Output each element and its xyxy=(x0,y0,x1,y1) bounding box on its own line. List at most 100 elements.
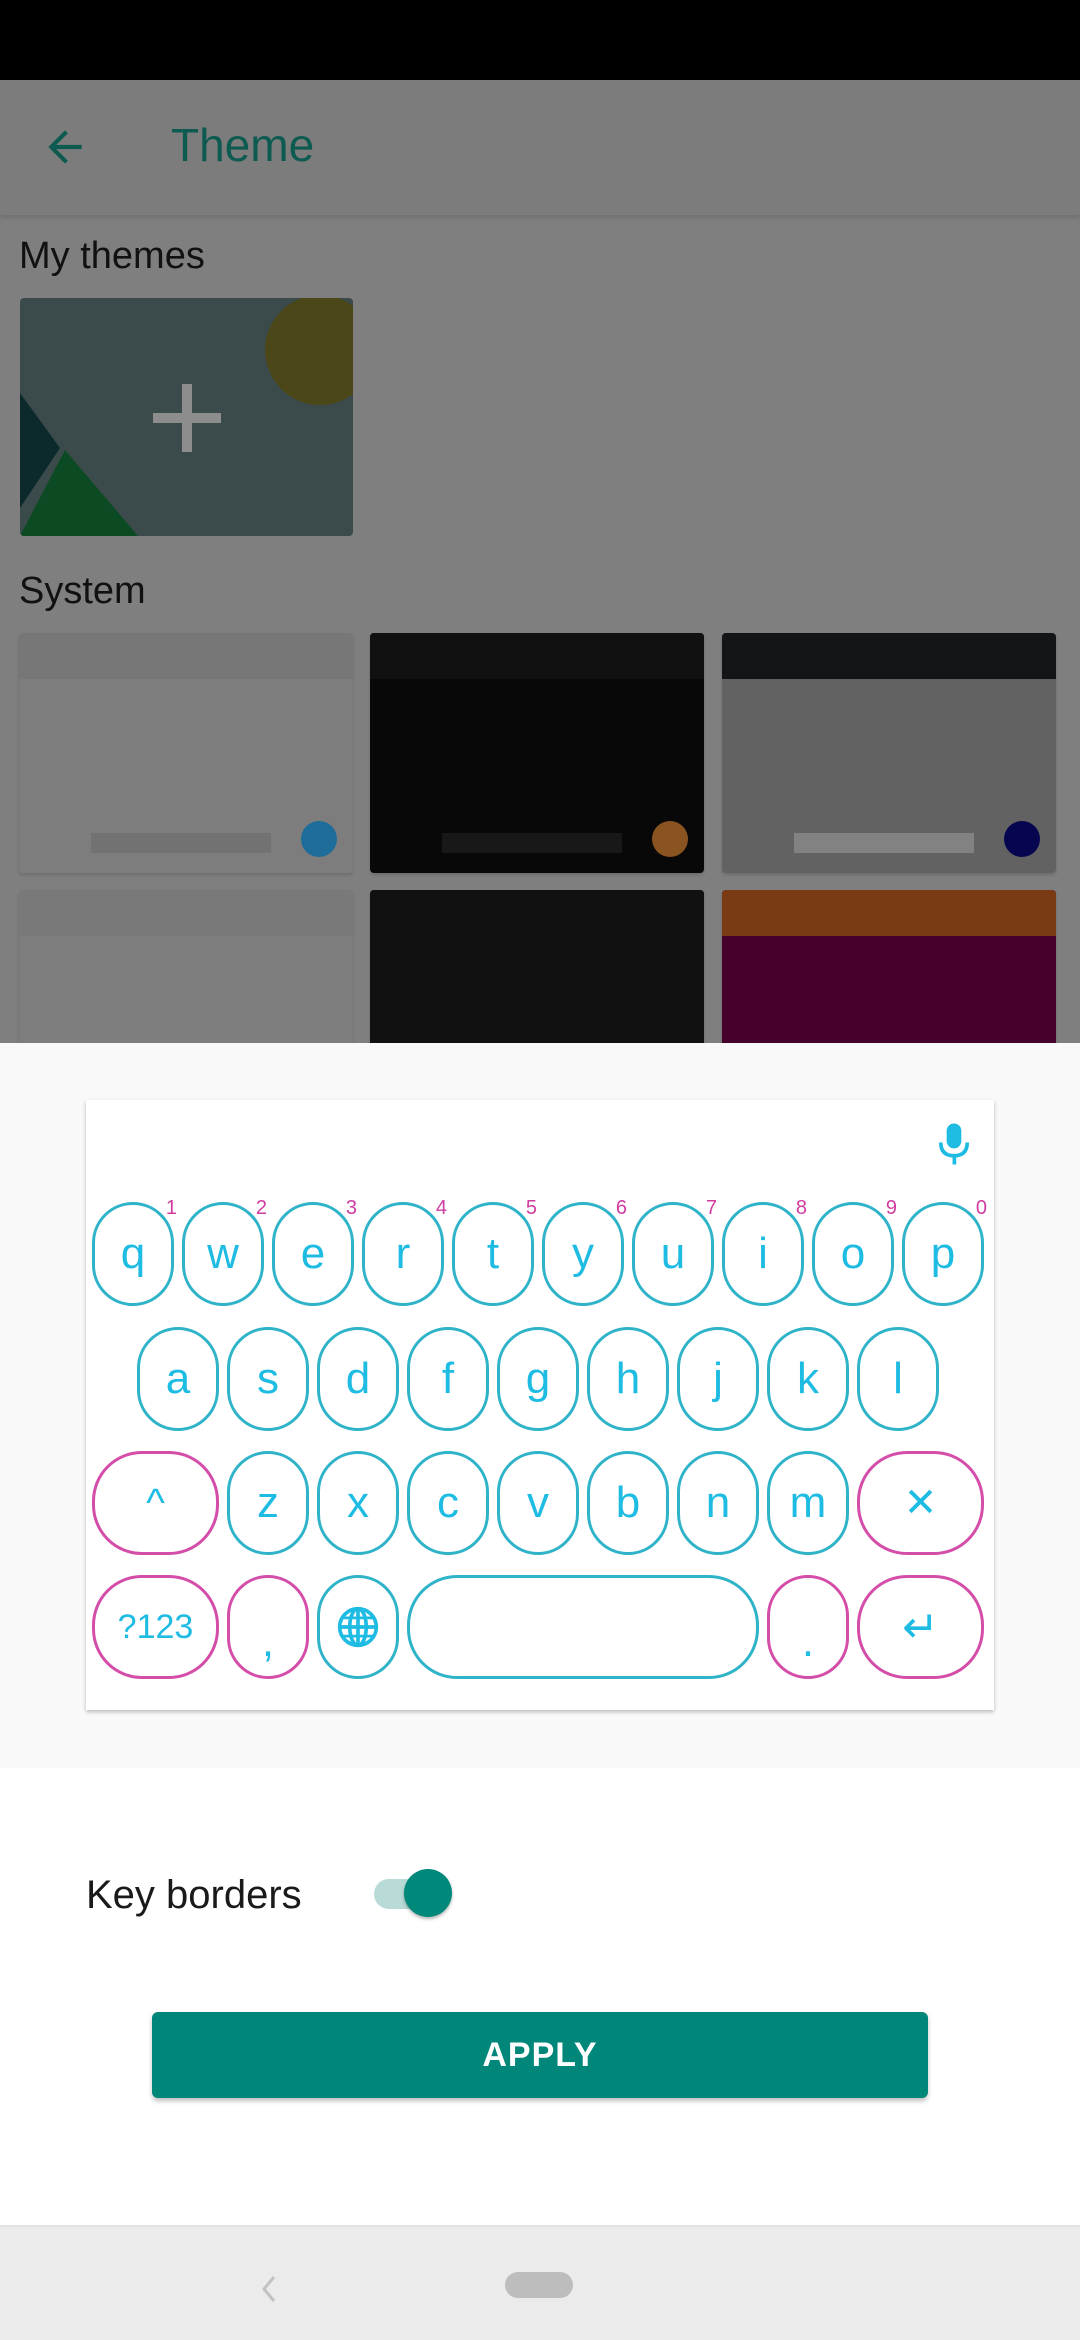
status-bar xyxy=(0,0,1080,80)
page-title: Theme xyxy=(171,119,315,171)
key-label: a xyxy=(165,1354,191,1403)
tile-bar xyxy=(91,833,271,853)
key-borders-toggle[interactable] xyxy=(374,1869,452,1917)
apply-button[interactable]: APPLY xyxy=(152,2012,928,2098)
key-i[interactable]: i8 xyxy=(722,1197,807,1306)
key-label: q xyxy=(120,1229,146,1278)
key-label: p xyxy=(930,1229,956,1278)
globe-icon xyxy=(337,1606,379,1648)
key-label: o xyxy=(840,1229,866,1278)
keyboard-preview: q 1 w 2 e 3 r 4 t 5 y 6 u 7 i 8 o 9 p 0 a s d f g h j k l ^ z x c v b n m ✕ ?1… xyxy=(86,1100,994,1710)
key-s[interactable]: s xyxy=(227,1327,309,1431)
theme-tile-light-2[interactable] xyxy=(19,890,353,1043)
key-h[interactable]: h xyxy=(587,1327,669,1431)
key-n[interactable]: n xyxy=(677,1451,759,1555)
nav-back-icon[interactable] xyxy=(258,2275,278,2303)
key-label: x xyxy=(347,1478,369,1527)
key-label: d xyxy=(345,1354,371,1403)
key-f[interactable]: f xyxy=(407,1327,489,1431)
key-e[interactable]: e3 xyxy=(272,1197,357,1306)
key-label: l xyxy=(893,1354,903,1403)
globe-key[interactable] xyxy=(317,1575,399,1679)
key-label: ↵ xyxy=(902,1602,939,1652)
theme-tile-dark-2[interactable] xyxy=(370,890,704,1043)
key-z[interactable]: z xyxy=(227,1451,309,1555)
toggle-thumb xyxy=(404,1869,452,1917)
key-g[interactable]: g xyxy=(497,1327,579,1431)
tile-accent-dot xyxy=(301,821,337,857)
app-bar: Theme xyxy=(0,80,1080,215)
tile-header xyxy=(19,633,353,679)
my-themes-label: My themes xyxy=(19,235,205,277)
nav-home-pill[interactable] xyxy=(505,2272,573,2298)
keyboard-preview-area: q 1 w 2 e 3 r 4 t 5 y 6 u 7 i 8 o 9 p 0 a s d f g h j k l ^ z x c v b n m ✕ ?1… xyxy=(0,1043,1080,1768)
tile-accent-dot xyxy=(1004,821,1040,857)
key-x[interactable]: x xyxy=(317,1451,399,1555)
key-hint: 2 xyxy=(255,1197,267,1219)
theme-preview-sheet: q 1 w 2 e 3 r 4 t 5 y 6 u 7 i 8 o 9 p 0 a s d f g h j k l ^ z x c v b n m ✕ ?1… xyxy=(0,1043,1080,2225)
key-label: b xyxy=(615,1478,641,1527)
key-label: z xyxy=(257,1478,279,1527)
spacebar-key[interactable] xyxy=(407,1575,759,1679)
symbols-key[interactable]: ?123 xyxy=(92,1575,219,1679)
key-t[interactable]: t5 xyxy=(452,1197,537,1306)
key-m[interactable]: m xyxy=(767,1451,849,1555)
microphone-icon[interactable] xyxy=(936,1122,972,1166)
theme-tile-maroon[interactable] xyxy=(722,890,1056,1043)
key-label: e xyxy=(300,1229,326,1278)
key-hint: 3 xyxy=(345,1197,357,1219)
key-q[interactable]: q1 xyxy=(92,1197,177,1306)
tile-header xyxy=(370,890,704,936)
key-label: c xyxy=(437,1478,459,1527)
add-custom-theme-card[interactable] xyxy=(20,298,353,536)
key-hint: 7 xyxy=(705,1197,717,1219)
navigation-bar xyxy=(0,2225,1080,2340)
period-key[interactable]: . xyxy=(767,1575,849,1679)
key-label: i xyxy=(758,1229,768,1278)
theme-tile-light[interactable] xyxy=(19,633,353,873)
delete-key[interactable]: ✕ xyxy=(857,1451,984,1555)
key-label: . xyxy=(801,1617,815,1666)
key-d[interactable]: d xyxy=(317,1327,399,1431)
key-label: v xyxy=(527,1478,549,1527)
key-a[interactable]: a xyxy=(137,1327,219,1431)
key-label: k xyxy=(797,1354,819,1403)
shift-key[interactable]: ^ xyxy=(92,1451,219,1555)
comma-key[interactable]: , xyxy=(227,1575,309,1679)
theme-tile-gray[interactable] xyxy=(722,633,1056,873)
tile-bar xyxy=(442,833,622,853)
screen: Theme My themes System q 1 w 2 e 3 r 4 t… xyxy=(0,0,1080,2340)
tile-header xyxy=(19,890,353,936)
key-w[interactable]: w2 xyxy=(182,1197,267,1306)
key-label: y xyxy=(572,1229,594,1278)
key-label: g xyxy=(525,1354,551,1403)
key-label: ?123 xyxy=(117,1607,194,1646)
tile-bar xyxy=(794,833,974,853)
key-o[interactable]: o9 xyxy=(812,1197,897,1306)
key-label: h xyxy=(615,1354,641,1403)
key-hint: 1 xyxy=(165,1197,177,1219)
key-label: , xyxy=(261,1617,275,1666)
tile-accent-dot xyxy=(652,821,688,857)
key-c[interactable]: c xyxy=(407,1451,489,1555)
key-y[interactable]: y6 xyxy=(542,1197,627,1306)
key-l[interactable]: l xyxy=(857,1327,939,1431)
key-j[interactable]: j xyxy=(677,1327,759,1431)
key-u[interactable]: u7 xyxy=(632,1197,717,1306)
key-label: w xyxy=(207,1229,239,1278)
key-hint: 8 xyxy=(795,1197,807,1219)
tile-header xyxy=(722,890,1056,936)
arrow-left-icon[interactable] xyxy=(40,122,90,172)
key-p[interactable]: p0 xyxy=(902,1197,987,1306)
key-hint: 9 xyxy=(885,1197,897,1219)
key-hint: 4 xyxy=(435,1197,447,1219)
key-r[interactable]: r4 xyxy=(362,1197,447,1306)
key-b[interactable]: b xyxy=(587,1451,669,1555)
key-v[interactable]: v xyxy=(497,1451,579,1555)
enter-key[interactable]: ↵ xyxy=(857,1575,984,1679)
theme-tile-dark[interactable] xyxy=(370,633,704,873)
tile-header xyxy=(370,633,704,679)
key-label: u xyxy=(660,1229,686,1278)
key-k[interactable]: k xyxy=(767,1327,849,1431)
key-label: r xyxy=(395,1229,411,1278)
